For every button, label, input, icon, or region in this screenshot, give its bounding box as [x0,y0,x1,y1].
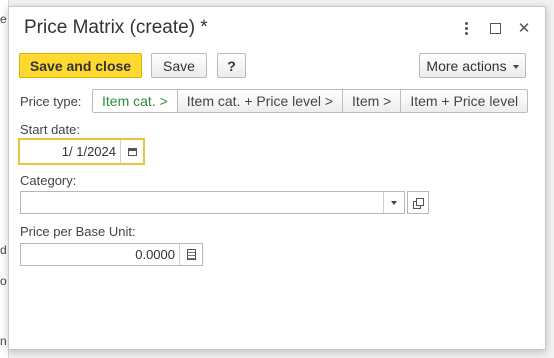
price-type-option-item-cat[interactable]: Item cat. > [92,89,178,113]
more-actions-label: More actions [426,57,507,74]
price-type-selector: Item cat. > Item cat. + Price level > It… [92,89,529,113]
calendar-button[interactable] [120,140,143,163]
kebab-menu-icon[interactable] [457,19,475,37]
price-type-option-item[interactable]: Item > [342,89,402,113]
price-type-option-item-price-level[interactable]: Item + Price level [400,89,529,113]
category-open-button[interactable] [407,191,429,214]
price-per-base-unit-field[interactable]: 0.0000 [20,243,203,266]
more-actions-button[interactable]: More actions [419,53,526,78]
background-fragment: o [0,274,7,288]
calculator-button[interactable] [179,244,202,265]
save-and-close-button[interactable]: Save and close [19,53,142,78]
price-per-base-unit-label: Price per Base Unit: [20,224,136,239]
category-field[interactable] [20,191,405,214]
save-button[interactable]: Save [151,53,207,78]
background-fragment: d [0,243,7,257]
price-type-label: Price type: [20,94,82,109]
start-date-field[interactable]: 1/ 1/2024 [18,138,145,165]
chevron-down-icon [391,200,397,205]
maximize-icon[interactable] [486,19,504,37]
category-dropdown-button[interactable] [383,192,404,213]
calculator-icon [186,249,196,260]
background-fragment: e [0,12,7,26]
dialog-title: Price Matrix (create) * [24,17,208,38]
category-label: Category: [20,173,77,188]
price-type-option-item-cat-price-level[interactable]: Item cat. + Price level > [176,89,344,113]
background-fragment: n [0,334,7,348]
price-per-base-unit-value[interactable]: 0.0000 [21,244,179,265]
open-window-icon [413,197,424,209]
close-icon[interactable]: ✕ [515,19,533,37]
category-input[interactable] [21,192,383,213]
price-matrix-dialog: Price Matrix (create) * ✕ Save and close… [8,6,546,350]
calendar-icon [127,147,137,156]
help-button[interactable]: ? [217,53,246,78]
chevron-down-icon [512,64,519,69]
start-date-label: Start date: [20,122,80,137]
start-date-value[interactable]: 1/ 1/2024 [20,140,120,163]
